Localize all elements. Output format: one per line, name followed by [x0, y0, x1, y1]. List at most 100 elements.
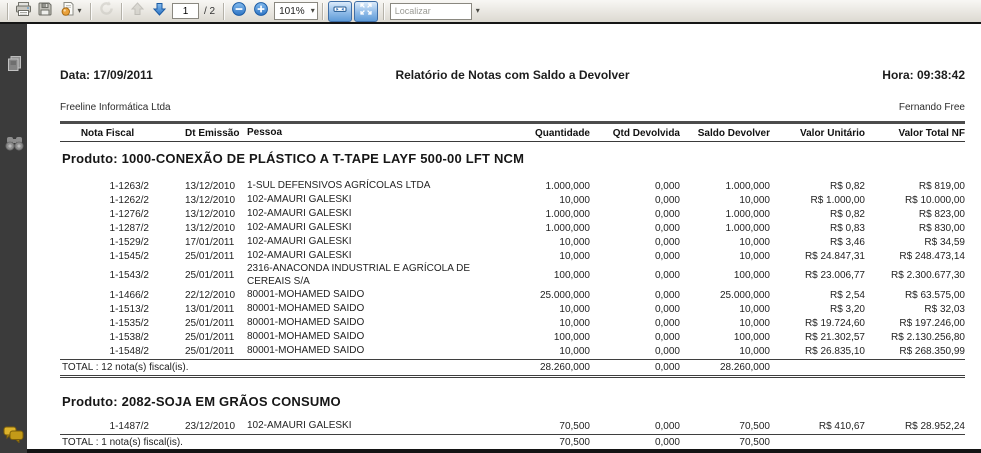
cell-qtd: 1.000,000	[495, 223, 590, 234]
column-saldo-devolver: Saldo Devolver	[680, 128, 770, 139]
page-number-input[interactable]	[172, 3, 199, 19]
table-row: 1-1262/213/12/2010102-AMAURI GALESKI10,0…	[60, 193, 965, 207]
cell-pessoa: 102-AMAURI GALESKI	[240, 236, 495, 249]
cell-saldo: 25.000,000	[680, 290, 770, 301]
zoom-in-button[interactable]	[250, 2, 272, 21]
cell-vt: R$ 2.300.677,30	[865, 270, 965, 281]
down-arrow-icon	[151, 1, 168, 22]
fit-page-button[interactable]	[354, 1, 378, 22]
column-valor-unitario: Valor Unitário	[770, 128, 865, 139]
table-row: 1-1538/225/01/201180001-MOHAMED SAIDO100…	[60, 330, 965, 344]
cell-qtd: 10,000	[495, 346, 590, 357]
toolbar-separator	[223, 3, 224, 20]
report-date: Data: 17/09/2011	[60, 68, 395, 82]
section-total-row: TOTAL : 1 nota(s) fiscal(is).70,5000,000…	[60, 434, 965, 449]
export-button[interactable]: ▾	[56, 2, 86, 21]
cell-vt: R$ 28.952,24	[865, 421, 965, 432]
cell-vt: R$ 63.575,00	[865, 290, 965, 301]
column-valor-total-nf: Valor Total NF	[865, 128, 965, 139]
column-pessoa: Pessoa	[240, 127, 495, 140]
toolbar-separator	[90, 3, 91, 20]
cell-saldo: 10,000	[680, 195, 770, 206]
cell-nota: 1-1543/2	[60, 270, 155, 281]
cell-vu: R$ 3,20	[770, 304, 865, 315]
table-row: 1-1263/213/12/20101-SUL DEFENSIVOS AGRÍC…	[60, 179, 965, 193]
cell-vt: R$ 823,00	[865, 209, 965, 220]
cell-dev: 0,000	[590, 318, 680, 329]
column-dt-emissao: Dt Emissão	[155, 128, 240, 139]
report-time: Hora: 09:38:42	[630, 68, 965, 82]
cell-vu: R$ 410,67	[770, 421, 865, 432]
cell-nota: 1-1263/2	[60, 181, 155, 192]
cell-dt: 25/01/2011	[155, 270, 240, 281]
page-bottom-edge	[27, 449, 981, 453]
report-subheader: Freeline Informática Ltda Fernando Free	[60, 102, 965, 113]
table-column-header: Nota Fiscal Dt Emissão Pessoa Quantidade…	[60, 126, 965, 141]
cell-dev: 0,000	[590, 332, 680, 343]
up-arrow-icon	[129, 1, 146, 22]
search-input[interactable]	[390, 3, 472, 20]
product-section: Produto: 1000-CONEXÃO DE PLÁSTICO A T-TA…	[60, 151, 965, 378]
table-row: 1-1287/213/12/2010102-AMAURI GALESKI1.00…	[60, 221, 965, 235]
cell-dev: 0,000	[590, 251, 680, 262]
table-row: 1-1487/223/12/2010102-AMAURI GALESKI70,5…	[60, 419, 965, 433]
comments-button[interactable]	[3, 427, 23, 447]
table-row: 1-1466/222/12/201080001-MOHAMED SAIDO25.…	[60, 288, 965, 302]
company-name: Freeline Informática Ltda	[60, 102, 171, 113]
export-dropdown-caret-icon[interactable]: ▾	[77, 7, 81, 15]
table-row: 1-1545/225/01/2011102-AMAURI GALESKI10,0…	[60, 249, 965, 263]
cell-vt: R$ 32,03	[865, 304, 965, 315]
toolbar-separator	[322, 3, 323, 20]
report-title: Relatório de Notas com Saldo a Devolver	[395, 68, 629, 82]
report-sections: Produto: 1000-CONEXÃO DE PLÁSTICO A T-TA…	[60, 151, 965, 449]
export-document-icon	[60, 1, 76, 22]
report-header: Data: 17/09/2011 Relatório de Notas com …	[60, 68, 965, 82]
prev-page-button[interactable]	[126, 2, 148, 21]
save-button[interactable]	[34, 2, 56, 21]
cell-vu: R$ 1.000,00	[770, 195, 865, 206]
total-qtd: 28.260,000	[495, 362, 590, 373]
total-saldo: 70,500	[680, 437, 770, 448]
cell-pessoa: 102-AMAURI GALESKI	[240, 250, 495, 263]
thumbnails-button[interactable]	[4, 56, 24, 76]
table-row: 1-1543/225/01/20112316-ANACONDA INDUSTRI…	[60, 263, 965, 288]
search-panel-button[interactable]	[4, 136, 24, 156]
cell-pessoa: 102-AMAURI GALESKI	[240, 420, 495, 433]
table-row: 1-1548/225/01/201180001-MOHAMED SAIDO10,…	[60, 344, 965, 358]
cell-saldo: 100,000	[680, 270, 770, 281]
cell-dt: 13/12/2010	[155, 195, 240, 206]
table-row: 1-1276/213/12/2010102-AMAURI GALESKI1.00…	[60, 207, 965, 221]
cell-nota: 1-1538/2	[60, 332, 155, 343]
binoculars-icon	[5, 135, 24, 157]
report-viewer-window: ▾	[0, 0, 981, 453]
cell-dev: 0,000	[590, 195, 680, 206]
cell-nota: 1-1513/2	[60, 304, 155, 315]
cell-dt: 25/01/2011	[155, 332, 240, 343]
refresh-button[interactable]	[95, 2, 117, 21]
cell-dt: 13/12/2010	[155, 223, 240, 234]
chat-bubbles-icon	[3, 426, 24, 448]
next-page-button[interactable]	[148, 2, 170, 21]
cell-dt: 17/01/2011	[155, 237, 240, 248]
zoom-out-button[interactable]	[228, 2, 250, 21]
cell-vu: R$ 0,82	[770, 181, 865, 192]
cell-dt: 22/12/2010	[155, 290, 240, 301]
cell-vt: R$ 819,00	[865, 181, 965, 192]
search-options-caret-icon[interactable]: ▾	[476, 7, 480, 15]
cell-dev: 0,000	[590, 181, 680, 192]
cell-vt: R$ 197.246,00	[865, 318, 965, 329]
cell-dt: 13/12/2010	[155, 181, 240, 192]
cell-pessoa: 102-AMAURI GALESKI	[240, 208, 495, 221]
cell-pessoa: 80001-MOHAMED SAIDO	[240, 345, 495, 358]
cell-vu: R$ 23.006,77	[770, 270, 865, 281]
cell-dev: 0,000	[590, 290, 680, 301]
cell-dev: 0,000	[590, 223, 680, 234]
content-area: Data: 17/09/2011 Relatório de Notas com …	[0, 24, 981, 453]
cell-saldo: 10,000	[680, 346, 770, 357]
cell-qtd: 1.000,000	[495, 209, 590, 220]
fit-width-button[interactable]	[328, 1, 352, 22]
total-dev: 0,000	[590, 437, 680, 448]
zoom-level-select[interactable]: 101% ▾	[274, 2, 318, 20]
print-button[interactable]	[12, 2, 34, 21]
fit-page-icon	[359, 2, 373, 21]
